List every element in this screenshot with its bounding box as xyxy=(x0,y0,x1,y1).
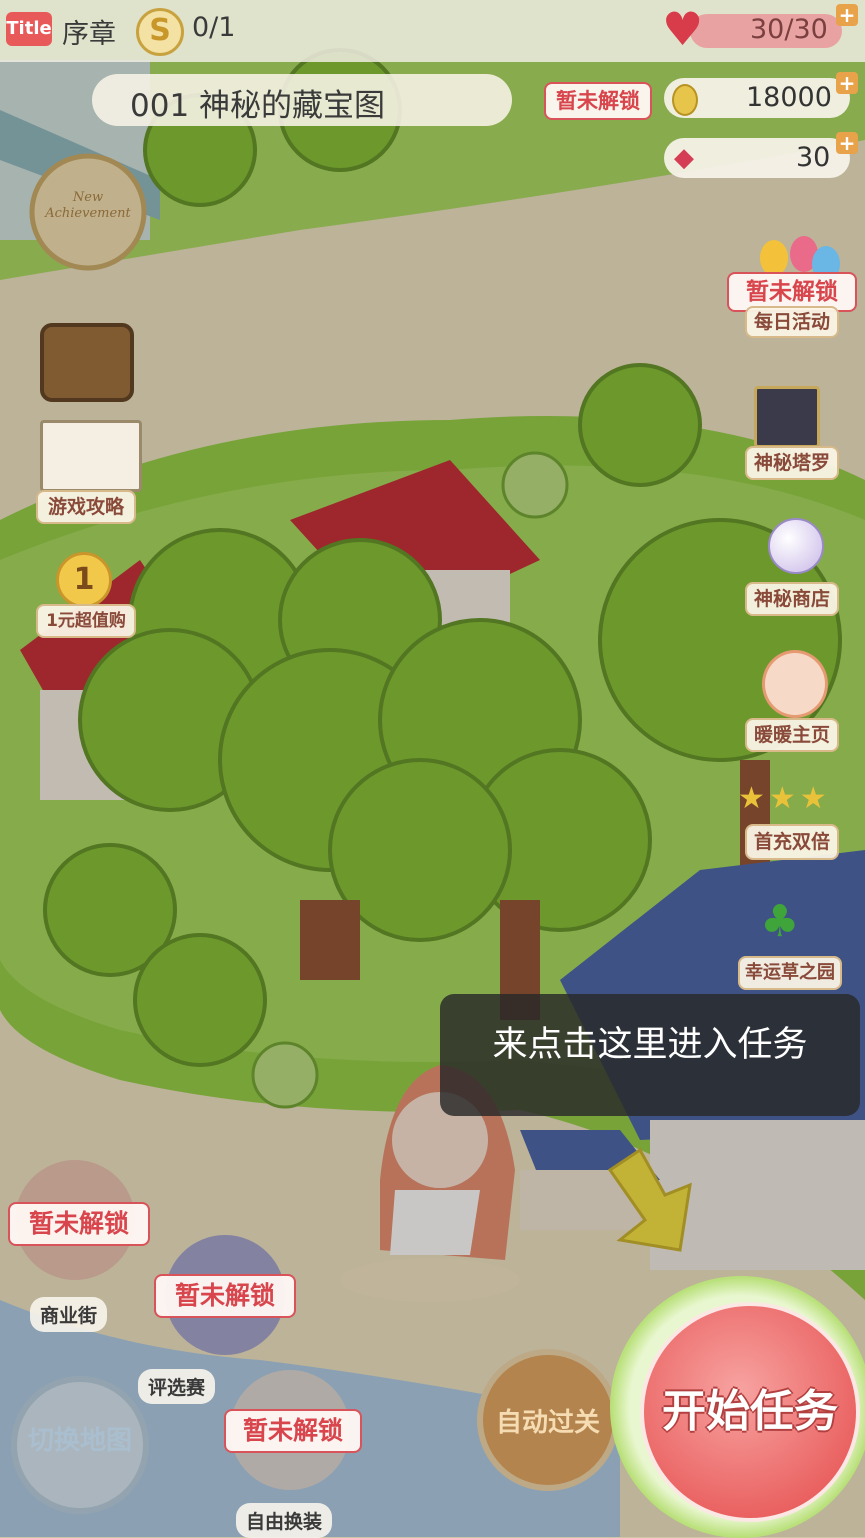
free-dress-button[interactable]: 自由换装 xyxy=(236,1503,333,1538)
contest-locked-tag: 暂未解锁 xyxy=(154,1274,296,1318)
level-locked-tag: 暂未解锁 xyxy=(544,82,652,120)
start-task-button[interactable]: 开始任务 xyxy=(640,1302,860,1522)
coin-icon: S xyxy=(136,8,184,56)
chapter-progress: 0/1 xyxy=(192,12,236,43)
achievement-badge[interactable]: New Achievement xyxy=(38,190,138,222)
chapter-label: 序章 xyxy=(62,19,116,50)
commerce-street-button[interactable]: 商业街 xyxy=(30,1297,108,1332)
switch-map-button[interactable]: 切换地图 xyxy=(14,1420,146,1457)
title-tag[interactable]: Title xyxy=(6,12,52,46)
tarot-card-icon[interactable] xyxy=(754,386,820,448)
daily-activity-button[interactable]: 每日活动 xyxy=(745,306,839,338)
gold-value: 18000 xyxy=(746,82,832,113)
tutorial-tooltip: 来点击这里进入任务 xyxy=(440,994,860,1116)
level-title: 001 神秘的藏宝图 xyxy=(130,88,386,124)
commerce-locked-tag: 暂未解锁 xyxy=(8,1202,150,1246)
balloon-icon xyxy=(760,240,788,276)
guide-book-icon[interactable] xyxy=(40,420,142,492)
stamina-value: 30/30 xyxy=(750,14,828,45)
gem-value: 30 xyxy=(796,142,831,173)
crystal-ball-icon[interactable] xyxy=(768,518,824,574)
auto-pass-button[interactable]: 自动过关 xyxy=(482,1402,614,1439)
gold-coin-icon xyxy=(672,84,698,116)
guide-button[interactable]: 游戏攻略 xyxy=(36,490,136,524)
add-gold-button[interactable]: + xyxy=(836,72,858,94)
one-yuan-offer-button[interactable]: 1元超值购 xyxy=(36,604,136,638)
add-stamina-button[interactable]: + xyxy=(836,4,858,26)
one-yuan-coin-icon[interactable]: 1 xyxy=(56,552,112,608)
heart-icon: ♥ xyxy=(662,2,704,56)
tarot-button[interactable]: 神秘塔罗 xyxy=(745,446,839,480)
add-gem-button[interactable]: + xyxy=(836,132,858,154)
gem-icon: ◆ xyxy=(674,143,694,173)
avatar-icon[interactable] xyxy=(762,650,828,718)
contest-button[interactable]: 评选赛 xyxy=(138,1369,216,1404)
stars-icon: ★★★ xyxy=(738,781,831,816)
clover-icon[interactable]: ♣ xyxy=(760,900,799,944)
clover-garden-button[interactable]: 幸运草之园 xyxy=(738,956,842,990)
mystery-shop-button[interactable]: 神秘商店 xyxy=(745,582,839,616)
free-dress-locked-tag: 暂未解锁 xyxy=(224,1409,362,1453)
first-charge-button[interactable]: 首充双倍 xyxy=(745,824,839,860)
homepage-button[interactable]: 暖暖主页 xyxy=(745,718,839,752)
